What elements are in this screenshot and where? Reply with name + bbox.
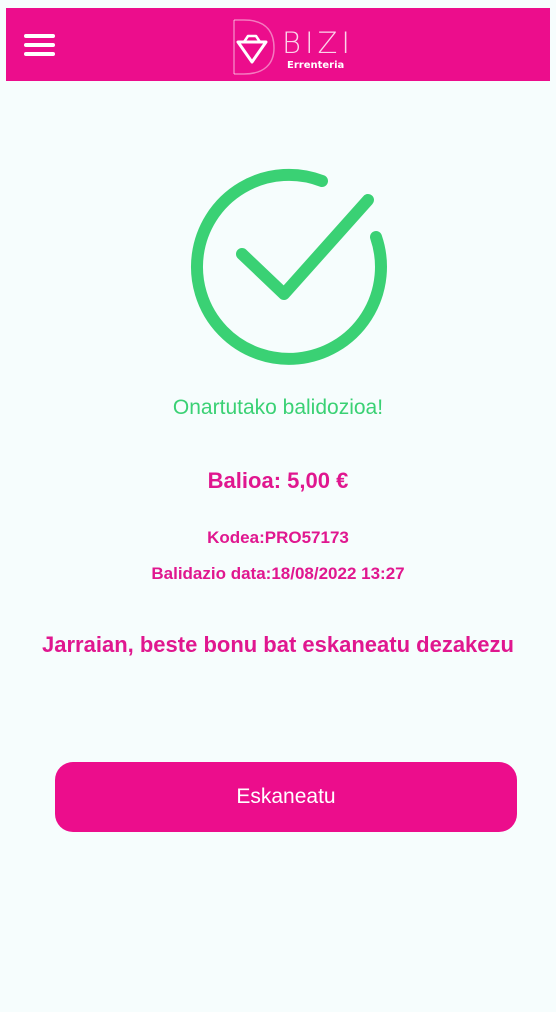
scan-again-prompt: Jarraian, beste bonu bat eskaneatu dezak…: [42, 632, 514, 657]
voucher-code: Kodea:PRO57173: [207, 528, 349, 547]
hamburger-menu-icon-bar: [24, 52, 55, 56]
checkmark-circle-icon: [191, 168, 387, 365]
hamburger-menu-icon: [24, 34, 55, 38]
scan-button[interactable]: Eskaneatu: [55, 762, 517, 832]
menu-button[interactable]: [20, 30, 60, 60]
voucher-value: Balioa: 5,00 €: [207, 468, 349, 493]
bizi-logo: BIZI Errenteria: [224, 14, 374, 78]
validation-status-message: Onartutako balidozioa!: [172, 396, 384, 419]
logo-subtitle: Errenteria: [287, 60, 345, 71]
bizi-logo-mark-icon: [233, 19, 275, 75]
app-bar: BIZI Errenteria: [6, 8, 550, 81]
validation-date: Balidazio data:18/08/2022 13:27: [151, 564, 405, 583]
hamburger-menu-icon-bar: [24, 43, 55, 47]
logo-name: BIZI: [282, 26, 354, 60]
